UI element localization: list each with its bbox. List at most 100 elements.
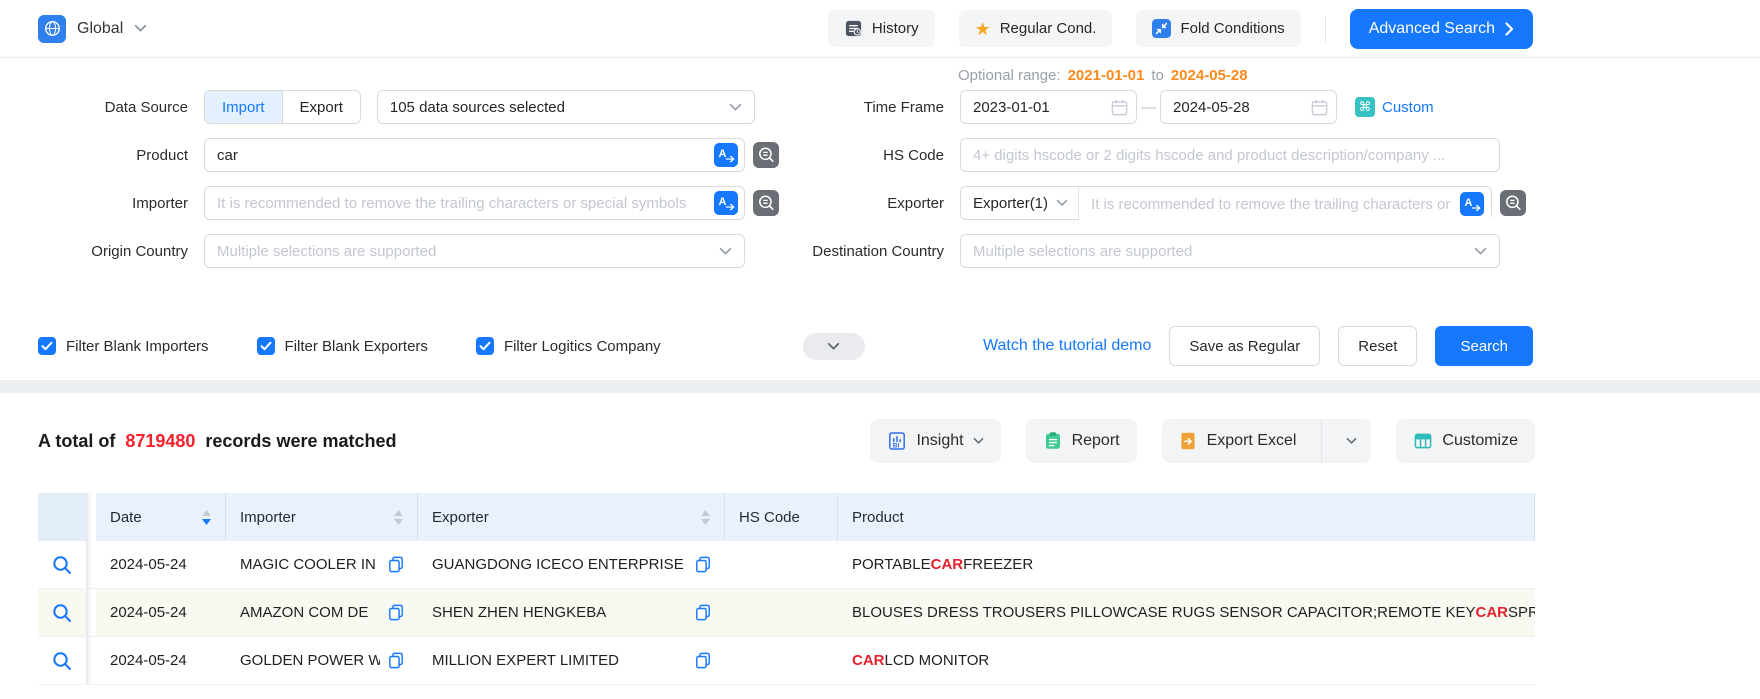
cell-date: 2024-05-24 xyxy=(96,541,226,588)
report-button[interactable]: Report xyxy=(1026,419,1137,463)
insight-button[interactable]: BI Insight xyxy=(870,419,1000,463)
exporter-input[interactable] xyxy=(1079,187,1491,221)
copy-icon[interactable] xyxy=(687,604,711,621)
cell-product: PORTABLE CAR FREEZER xyxy=(838,541,1535,588)
advanced-search-button[interactable]: Advanced Search xyxy=(1350,9,1533,49)
exact-match-icon xyxy=(753,156,779,171)
view-detail-button[interactable] xyxy=(51,602,73,624)
exporter-type-label: Exporter(1) xyxy=(973,195,1048,212)
exporter-type-select[interactable]: Exporter(1) xyxy=(961,187,1079,219)
history-icon xyxy=(844,19,863,38)
search-button[interactable]: Search xyxy=(1435,326,1533,366)
filter-row: Filter Blank Importers Filter Blank Expo… xyxy=(0,326,1760,366)
optional-range-start: 2021-01-01 xyxy=(1068,67,1145,84)
report-label: Report xyxy=(1072,432,1120,450)
hs-code-input[interactable] xyxy=(960,138,1500,172)
cell-hs-code xyxy=(725,589,838,636)
filter-blank-exporters-checkbox[interactable]: Filter Blank Exporters xyxy=(257,337,428,355)
records-table: Date Importer Exporter xyxy=(38,493,1535,685)
export-excel-group: Export Excel xyxy=(1162,419,1372,463)
insight-label: Insight xyxy=(916,432,963,450)
fixed-column-gap xyxy=(86,637,96,684)
importer-name[interactable]: AMAZON COM DE xyxy=(240,604,368,621)
filter-logistics-company-checkbox[interactable]: Filter Logitics Company xyxy=(476,337,661,355)
sort-icons[interactable] xyxy=(394,510,403,525)
insight-icon: BI xyxy=(887,431,907,451)
copy-icon[interactable] xyxy=(687,556,711,573)
header-cell-actions xyxy=(38,493,86,541)
copy-icon[interactable] xyxy=(687,652,711,669)
exact-match-icon xyxy=(1500,204,1526,219)
divider xyxy=(1325,16,1326,42)
cell-date: 2024-05-24 xyxy=(96,637,226,684)
data-sources-selected-text: 105 data sources selected xyxy=(390,99,565,116)
importer-input[interactable] xyxy=(204,186,745,220)
translate-icon[interactable]: A xyxy=(714,143,738,167)
destination-country-select[interactable]: Multiple selections are supported xyxy=(960,234,1500,268)
checkbox-label: Filter Blank Exporters xyxy=(285,338,428,355)
product-input[interactable] xyxy=(204,138,745,172)
command-icon: ⌘ xyxy=(1355,97,1375,117)
importer-name[interactable]: MAGIC COOLER IN xyxy=(240,556,376,573)
importer-match-mode-button[interactable] xyxy=(753,190,779,216)
header-cell-date[interactable]: Date xyxy=(96,493,226,541)
fixed-column-gap xyxy=(86,589,96,636)
data-source-export-option[interactable]: Export xyxy=(282,91,360,123)
exporter-match-mode-button[interactable] xyxy=(1500,190,1526,216)
export-excel-dropdown[interactable] xyxy=(1331,419,1371,463)
translate-icon[interactable]: A xyxy=(714,191,738,215)
copy-icon[interactable] xyxy=(380,604,404,621)
table-row: 2024-05-24 GOLDEN POWER W MILLION EXPERT… xyxy=(38,637,1535,685)
custom-label: Custom xyxy=(1382,99,1434,116)
header-cell-importer[interactable]: Importer xyxy=(226,493,418,541)
save-as-regular-button[interactable]: Save as Regular xyxy=(1169,326,1320,366)
calendar-icon[interactable] xyxy=(1110,98,1129,117)
region-selector[interactable]: Global xyxy=(38,15,147,43)
reset-button[interactable]: Reset xyxy=(1338,326,1417,366)
cell-hs-code xyxy=(725,541,838,588)
globe-icon xyxy=(38,15,66,43)
calendar-icon[interactable] xyxy=(1310,98,1329,117)
custom-range-button[interactable]: ⌘ Custom xyxy=(1355,97,1434,117)
sort-icons[interactable] xyxy=(202,510,211,525)
header-cell-exporter[interactable]: Exporter xyxy=(418,493,725,541)
tutorial-link[interactable]: Watch the tutorial demo xyxy=(983,337,1151,355)
data-sources-select[interactable]: 105 data sources selected xyxy=(377,90,755,124)
summary-prefix: A total of xyxy=(38,431,115,452)
exporter-name[interactable]: SHEN ZHEN HENGKEBA xyxy=(432,604,606,621)
view-detail-button[interactable] xyxy=(51,650,73,672)
chevron-down-icon xyxy=(827,342,840,351)
time-frame-label: Time Frame xyxy=(799,99,944,116)
column-label: Importer xyxy=(240,509,296,526)
customize-button[interactable]: Customize xyxy=(1396,419,1535,463)
svg-text:A: A xyxy=(719,196,727,208)
product-match-mode-button[interactable] xyxy=(753,142,779,168)
view-detail-button[interactable] xyxy=(51,554,73,576)
history-label: History xyxy=(872,20,919,37)
sort-icons[interactable] xyxy=(701,510,710,525)
exporter-name[interactable]: MILLION EXPERT LIMITED xyxy=(432,652,619,669)
export-excel-button[interactable]: Export Excel xyxy=(1162,419,1313,463)
date-range-dash: — xyxy=(1137,99,1160,116)
fold-conditions-button[interactable]: Fold Conditions xyxy=(1136,10,1300,47)
customize-label: Customize xyxy=(1442,432,1518,450)
cell-product: BLOUSES DRESS TROUSERS PILLOWCASE RUGS S… xyxy=(838,589,1535,636)
exporter-name[interactable]: GUANGDONG ICECO ENTERPRISE xyxy=(432,556,684,573)
copy-icon[interactable] xyxy=(380,652,404,669)
filter-blank-importers-checkbox[interactable]: Filter Blank Importers xyxy=(38,337,209,355)
translate-icon[interactable]: A xyxy=(1460,192,1484,216)
copy-icon[interactable] xyxy=(380,556,404,573)
importer-name[interactable]: GOLDEN POWER W xyxy=(240,652,380,669)
fixed-column-gap xyxy=(86,493,96,541)
fold-icon xyxy=(1152,19,1171,38)
optional-range-end: 2024-05-28 xyxy=(1171,67,1248,84)
history-button[interactable]: History xyxy=(828,10,935,47)
chevron-right-icon xyxy=(1505,22,1514,36)
origin-country-select[interactable]: Multiple selections are supported xyxy=(204,234,745,268)
report-icon xyxy=(1043,431,1063,451)
regular-cond-button[interactable]: ★ Regular Cond. xyxy=(959,10,1113,47)
table-header: Date Importer Exporter xyxy=(38,493,1535,541)
data-source-import-option[interactable]: Import xyxy=(205,91,282,123)
table-body: 2024-05-24 MAGIC COOLER IN GUANGDONG ICE… xyxy=(38,541,1535,685)
expand-conditions-button[interactable] xyxy=(803,333,865,360)
